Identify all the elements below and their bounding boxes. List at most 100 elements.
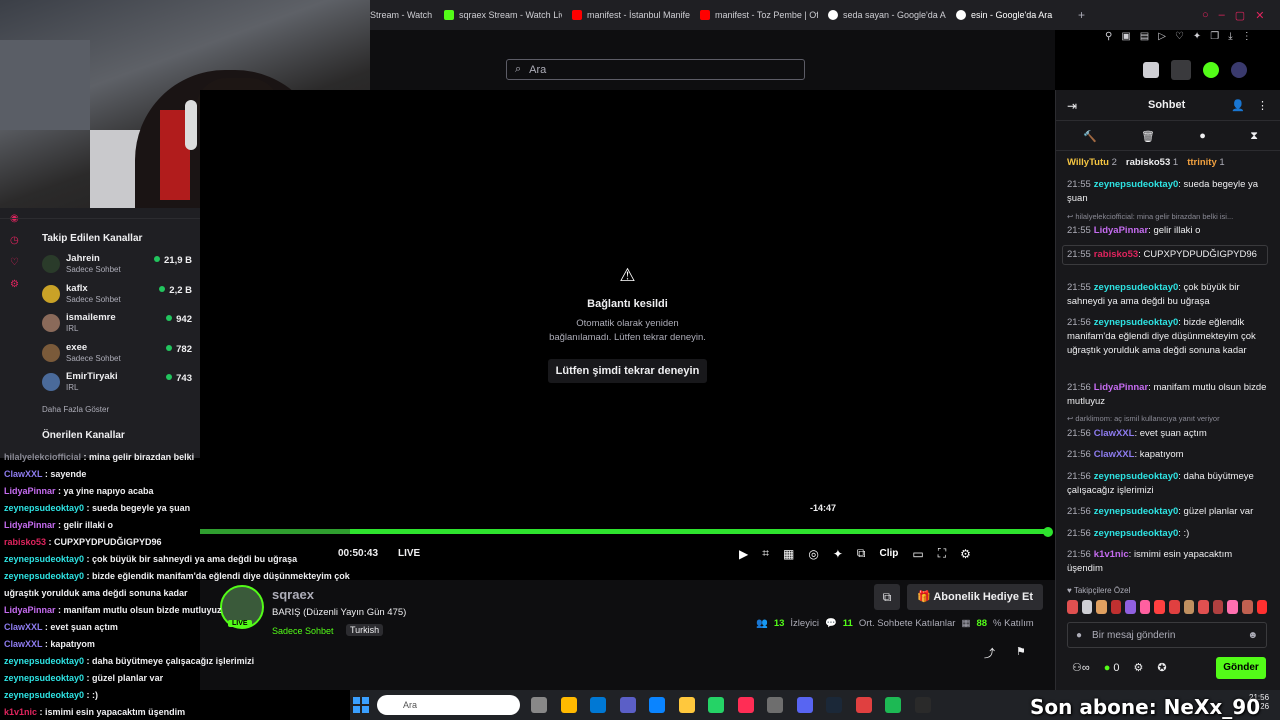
chat-username[interactable]: zeynepsudeoktay0 [1094,179,1178,190]
taskbar-app-icon[interactable] [737,697,754,713]
chat-username[interactable]: rabisko53 [1094,249,1138,260]
browser-tab[interactable]: seda sayan - Google'da Ara [828,6,946,24]
chat-message[interactable]: 21:55 LidyaPinnar: gelir illaki o [1067,224,1267,238]
dashboard-icon[interactable] [1171,60,1191,80]
fullscreen-icon[interactable]: ⛶ [938,546,946,561]
search-tabs-icon[interactable]: ○ [1202,9,1209,21]
browser-tab-active[interactable]: esin - Google'da Ara [956,6,1056,24]
chat-username[interactable]: LidyaPinnar [1094,225,1148,236]
pin-icon[interactable]: ⚲ [1105,31,1112,45]
new-tab-button[interactable]: + [1078,6,1085,24]
heart-icon[interactable]: ♡ [10,252,24,274]
emoji-icon[interactable]: ☻ [1247,630,1258,641]
store-icon[interactable] [1143,62,1159,78]
emote-icon[interactable] [1256,600,1268,614]
bubble-icon[interactable]: ● [1199,130,1206,143]
emote-icon[interactable] [1067,600,1078,614]
taskbar-app-icon[interactable] [885,697,901,713]
capture-icon[interactable]: ▣ [1121,31,1130,45]
emote-icon[interactable] [1212,600,1224,614]
chat-username[interactable]: zeynepsudeoktay0 [1094,471,1178,482]
report-icon[interactable]: ⚑ [1016,645,1026,658]
collapse-chat-icon[interactable]: ⇥ [1067,99,1077,113]
menu-icon[interactable]: ⋮ [1242,31,1252,45]
taskbar-app-icon[interactable] [767,697,783,713]
chat-username[interactable]: zeynepsudeoktay0 [1094,282,1178,293]
chat-message[interactable]: 21:56 zeynepsudeoktay0: daha büyütmeye ça… [1067,470,1267,498]
taskbar-app-icon[interactable] [560,697,577,713]
taskbar-app-icon[interactable] [678,697,695,713]
taskbar-search[interactable]: Ara [377,695,520,715]
pip-icon[interactable]: ⧉ [857,546,866,561]
chat-message[interactable]: 21:56 ClawXXL: evet şuan açtım [1067,427,1267,441]
chat-username[interactable]: zeynepsudeoktay0 [1094,506,1178,517]
taskbar-app-icon[interactable] [619,697,636,713]
chat-username[interactable]: zeynepsudeoktay0 [1094,317,1178,328]
live-indicator[interactable]: LIVE [398,548,420,559]
profile-icon[interactable] [1231,62,1247,78]
taskbar-app-icon[interactable] [531,697,547,713]
emote-icon[interactable] [1125,600,1136,614]
settings-icon[interactable]: ⚙ [1134,661,1144,674]
chat-username[interactable]: LidyaPinnar [1094,382,1148,393]
users-icon[interactable]: 👤 [1231,99,1245,112]
chat-reply-preview[interactable]: ↩ hilalyelekciofficial: mina gelir biraz… [1067,212,1267,221]
emote-icon[interactable] [1154,600,1166,614]
language-tag[interactable]: Turkish [346,624,384,636]
taskbar-app-icon[interactable] [649,697,665,713]
windows-start-icon[interactable] [353,697,369,713]
gift-subscription-button[interactable]: 🎁 Abonelik Hediye Et [907,584,1043,610]
clock-icon[interactable]: ◷ [10,230,24,252]
emote-icon[interactable] [1139,600,1151,614]
emote-icon[interactable] [1183,600,1195,614]
taskbar-app-icon[interactable] [914,697,931,713]
emote-icon[interactable] [1081,600,1093,614]
puzzle-icon[interactable]: ✦ [1193,31,1201,45]
chat-input[interactable]: ● Bir mesaj gönderin ☻ [1067,622,1267,648]
chat-message[interactable]: 21:56 zeynepsudeoktay0: bizde eğlendik ma… [1067,316,1267,358]
followed-channel-item[interactable]: kaflx Sadece Sohbet 2,2 B [42,283,192,309]
browser-tab[interactable]: sqraex Stream - Watch Live [444,6,562,24]
crop-icon[interactable]: ⌗ [762,546,769,561]
chat-username[interactable]: k1v1nic [1094,549,1129,560]
gift-icon[interactable]: ✪ [1157,661,1166,674]
close-icon[interactable]: ✕ [1255,9,1264,22]
chat-reply-preview[interactable]: ↩ darklimom: aç ismil kullanıcıya yanıt … [1067,414,1267,423]
chat-username[interactable]: zeynepsudeoktay0 [1094,528,1178,539]
taskbar-app-icon[interactable] [826,697,842,713]
share-icon[interactable]: ⤴ [984,645,995,661]
browser-tab[interactable]: manifest - İstanbul Manifest [572,6,690,24]
copy-button[interactable]: ⧉ [874,584,900,610]
taskbar-app-icon[interactable] [708,697,724,713]
followed-channel-item[interactable]: Jahrein Sadece Sohbet 21,9 B [42,253,192,279]
users-infinity-icon[interactable]: ⚇∞ [1072,661,1090,674]
theater-icon[interactable]: ▭ [912,547,923,561]
emote-icon[interactable] [1169,600,1180,614]
followed-channel-item[interactable]: exee Sadece Sohbet 782 [42,342,192,368]
trash-icon[interactable]: 🗑 [1141,130,1155,143]
search-input[interactable]: Ara [529,64,546,76]
retry-button[interactable]: Lütfen şimdi tekrar deneyin [547,359,708,383]
emote-icon[interactable] [1241,600,1253,614]
taskbar-app-icon[interactable] [796,697,813,713]
emote-icon[interactable] [1110,600,1122,614]
followed-channel-item[interactable]: EmirTiryaki IRL 743 [42,371,192,397]
chat-username[interactable]: ClawXXL [1094,449,1135,460]
chat-message[interactable]: 21:56 ClawXXL: kapatıyom [1067,448,1267,462]
chat-menu-icon[interactable]: ⋮ [1257,99,1268,112]
emote-icon[interactable] [1096,600,1107,614]
leader-item[interactable]: WillyTutu 2 [1067,157,1117,168]
taskbar-app-icon[interactable] [855,697,872,713]
search-bar[interactable]: ⌕ Ara [506,59,805,80]
stats-icon[interactable]: ▦ [783,547,794,561]
points-display[interactable]: ● 0 [1104,662,1120,674]
chat-message[interactable]: 21:55 zeynepsudeoktay0: çok büyük bir sah… [1067,281,1267,309]
chat-message[interactable]: 21:56 zeynepsudeoktay0: güzel planlar var [1067,505,1267,519]
maximize-icon[interactable]: ▢ [1235,9,1245,22]
chat-message[interactable]: 21:55 rabisko53: CUPXPYDPUDĞIGPYD96 [1062,245,1268,265]
play-icon[interactable]: ▷ [1158,31,1166,45]
settings-icon[interactable]: ⚙ [960,547,971,561]
chat-username[interactable]: ClawXXL [1094,428,1135,439]
emote-icon[interactable] [1198,600,1209,614]
chat-message[interactable]: 21:56 zeynepsudeoktay0: :) [1067,527,1267,541]
